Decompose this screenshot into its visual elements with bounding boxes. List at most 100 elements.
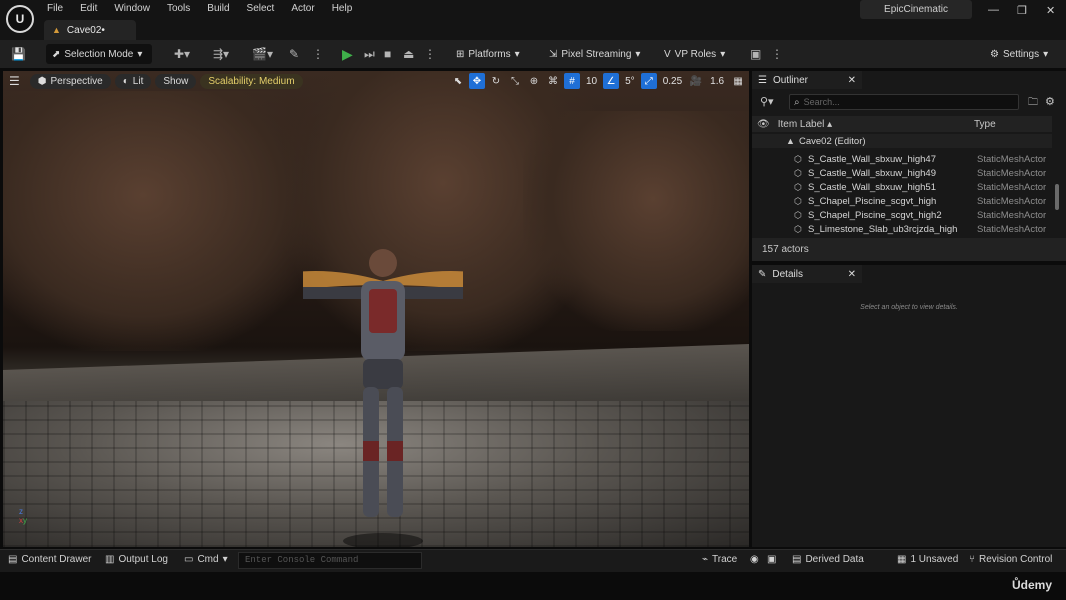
list-item[interactable]: ⬡ S_Chapel_Piscine_scgvt_high StaticMeshAc…: [752, 194, 1052, 208]
item-label-column[interactable]: Item Label ▴: [778, 119, 833, 130]
list-item[interactable]: ⬡ S_Castle_Wall_sbxuw_high47 StaticMeshAct…: [752, 152, 1052, 166]
gear-icon: ⚙: [990, 48, 999, 60]
menu-actor[interactable]: Actor: [291, 3, 323, 14]
hamburger-icon[interactable]: ☰: [9, 74, 20, 88]
static-mesh-icon: ⬡: [794, 181, 802, 192]
source-control-icon[interactable]: ▣: [750, 44, 761, 64]
scale-snap-value[interactable]: 0.25: [660, 76, 685, 87]
move-tool-icon[interactable]: ✥: [469, 73, 485, 89]
stop-button[interactable]: ■: [384, 44, 391, 64]
menu-tools[interactable]: Tools: [167, 3, 199, 14]
outliner-scrollbar[interactable]: [1055, 184, 1059, 210]
level-viewport[interactable]: ☰ ⬢ Perspective ◐ Lit Show Scalability: …: [3, 71, 749, 547]
list-item[interactable]: ⬡ S_Castle_Wall_sbxuw_high51 StaticMeshAct…: [752, 180, 1052, 194]
level-tab-label: Cave02•: [66, 24, 105, 36]
chevron-down-icon: ▾: [1043, 48, 1049, 60]
more-icon[interactable]: ⋮: [312, 44, 324, 64]
grid-snap-value[interactable]: 10: [583, 76, 600, 87]
add-folder-icon[interactable]: 🗀: [1028, 95, 1038, 112]
output-log-button[interactable]: ▥ Output Log: [105, 554, 168, 565]
static-mesh-icon: ⬡: [794, 167, 802, 178]
chevron-down-icon: ▾: [137, 48, 143, 60]
minimize-button[interactable]: —: [988, 4, 999, 16]
outliner-settings-icon[interactable]: ⚙: [1045, 95, 1055, 108]
scale-tool-icon[interactable]: ⤡: [507, 73, 523, 89]
log-icon: ▥: [105, 554, 115, 565]
save-icon[interactable]: 💾: [11, 44, 26, 64]
outliner-root-row[interactable]: ▲ Cave02 (Editor): [752, 134, 1052, 148]
unreal-logo-icon[interactable]: U: [6, 5, 34, 33]
item-name: S_Castle_Wall_sbxuw_high49: [808, 167, 936, 179]
derived-data-button[interactable]: ▤ Derived Data: [792, 554, 864, 565]
surface-snap-icon[interactable]: ⌘: [545, 73, 561, 89]
type-column[interactable]: Type: [974, 119, 996, 130]
filter-icon[interactable]: ⚲▾: [760, 95, 774, 108]
menu-help[interactable]: Help: [332, 3, 362, 14]
menu-file[interactable]: File: [47, 3, 72, 14]
list-item[interactable]: ⬡ S_Limestone_Slab_ub3rcjzda_high StaticMe…: [752, 222, 1052, 236]
grid-snap-icon[interactable]: #: [564, 73, 580, 89]
show-button[interactable]: Show: [155, 73, 197, 89]
restore-button[interactable]: ❐: [1017, 4, 1027, 17]
character-mesh[interactable]: [303, 241, 463, 547]
camera-speed-icon[interactable]: 🎥: [688, 73, 704, 89]
vp-roles-dropdown[interactable]: V VP Roles ▾: [664, 44, 725, 64]
console-input[interactable]: Enter Console Command: [238, 552, 422, 569]
cmd-dropdown[interactable]: ▭ Cmd ▾: [184, 554, 228, 565]
settings-button[interactable]: ⚙ Settings ▾: [990, 44, 1048, 64]
list-item[interactable]: ⬡ S_Chapel_Piscine_scgvt_high2 StaticMeshA…: [752, 208, 1052, 222]
toolbar-more-icon[interactable]: ⋮: [771, 44, 783, 64]
blueprint-button[interactable]: ⇶▾: [213, 44, 229, 64]
angle-snap-value[interactable]: 5°: [622, 76, 638, 87]
record-icon[interactable]: ◉: [750, 554, 759, 565]
list-item[interactable]: ⬡ S_Castle_Wall_sbxuw_high49 StaticMeshAct…: [752, 166, 1052, 180]
pixel-streaming-icon: ⇲: [549, 48, 558, 60]
static-mesh-icon: ⬡: [794, 209, 802, 220]
lit-button[interactable]: ◐ Lit: [114, 73, 152, 89]
platforms-dropdown[interactable]: ⊞ Platforms ▾: [456, 44, 520, 64]
menu-edit[interactable]: Edit: [80, 3, 106, 14]
transform-tools: ⬉ ✥ ↻ ⤡ ⊕ ⌘ # 10 ∠ 5° ⤢ 0.25 🎥 1.6 ▦: [450, 73, 746, 89]
level-tab[interactable]: ▲ Cave02•: [44, 20, 136, 40]
scale-snap-icon[interactable]: ⤢: [640, 73, 657, 89]
camera-speed-value[interactable]: 1.6: [707, 76, 727, 87]
scalability-badge[interactable]: Scalability: Medium: [200, 73, 303, 89]
menu-window[interactable]: Window: [114, 3, 159, 14]
selection-mode-dropdown[interactable]: ⬈ Selection Mode ▾: [46, 44, 152, 64]
add-actor-button[interactable]: ✚▾: [174, 44, 190, 64]
cube-icon: ⬢: [37, 75, 47, 87]
revision-control-button[interactable]: ⑂ Revision Control: [969, 554, 1052, 565]
close-icon[interactable]: ✕: [848, 269, 856, 280]
screenshot-icon[interactable]: ▣: [767, 554, 776, 565]
content-drawer-button[interactable]: ▤ Content Drawer: [8, 554, 91, 565]
play-button[interactable]: ▶: [342, 44, 353, 64]
outliner-tab[interactable]: ☰ Outliner ✕: [752, 71, 862, 89]
visibility-icon[interactable]: 👁: [757, 119, 770, 130]
play-options-icon[interactable]: ⋮: [424, 44, 436, 64]
world-local-icon[interactable]: ⊕: [526, 73, 542, 89]
menu-build[interactable]: Build: [207, 3, 238, 14]
pencil-icon: ✎: [758, 268, 767, 280]
trace-button[interactable]: ⌁ Trace: [702, 554, 737, 565]
layout-icon[interactable]: ▦: [730, 73, 746, 89]
eject-button[interactable]: ⏏: [403, 44, 414, 64]
angle-snap-icon[interactable]: ∠: [603, 73, 620, 89]
derived-data-label: Derived Data: [805, 554, 864, 565]
static-mesh-icon: ⬡: [794, 153, 802, 164]
cinematics-button[interactable]: 🎬▾: [252, 44, 273, 64]
pixel-streaming-dropdown[interactable]: ⇲ Pixel Streaming ▾: [549, 44, 640, 64]
trace-icon: ⌁: [702, 554, 709, 565]
menu-select[interactable]: Select: [247, 3, 284, 14]
step-button[interactable]: ⏭: [364, 44, 375, 64]
rotate-tool-icon[interactable]: ↻: [488, 73, 504, 89]
select-tool-icon[interactable]: ⬉: [450, 73, 466, 89]
unsaved-button[interactable]: ▦ 1 Unsaved: [897, 554, 958, 565]
terminal-icon: ▭: [184, 554, 194, 565]
close-button[interactable]: ✕: [1046, 4, 1055, 17]
close-icon[interactable]: ✕: [848, 75, 856, 86]
item-type: StaticMeshActor: [977, 181, 1047, 193]
details-tab[interactable]: ✎ Details ✕: [752, 265, 862, 283]
modeling-icon[interactable]: ✎: [289, 44, 299, 64]
outliner-search-input[interactable]: ⌕ Search...: [789, 94, 1019, 110]
perspective-button[interactable]: ⬢ Perspective: [29, 73, 111, 89]
